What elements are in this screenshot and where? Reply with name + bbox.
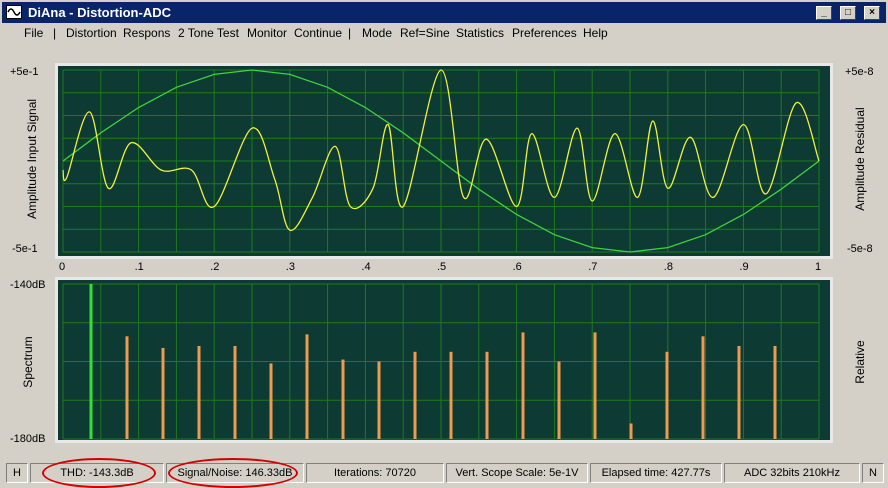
spectrum-right-axis-label: Relative bbox=[853, 340, 867, 384]
harmonic-bar bbox=[701, 336, 705, 439]
harmonic-bar bbox=[773, 346, 777, 439]
fundamental-bar bbox=[89, 284, 93, 439]
status-n: N bbox=[862, 463, 884, 483]
thd-highlight-ellipse bbox=[42, 458, 156, 488]
close-icon: × bbox=[869, 7, 875, 18]
menu-monitor[interactable]: Monitor bbox=[247, 26, 287, 40]
sine-wave-icon bbox=[7, 8, 21, 16]
maximize-icon: □ bbox=[844, 7, 852, 18]
scope-x-tick-label: 0 bbox=[59, 261, 66, 273]
menu-file[interactable]: File bbox=[24, 26, 43, 40]
scope-left-top-label: +5e-1 bbox=[10, 66, 39, 78]
harmonic-bar bbox=[593, 332, 597, 439]
status-h: H bbox=[6, 463, 28, 483]
spectrum-top-label: -140dB bbox=[10, 279, 46, 291]
status-bar: H THD: -143.3dB Signal/Noise: 146.33dB I… bbox=[2, 458, 886, 488]
harmonic-bar bbox=[737, 346, 741, 439]
harmonic-bar bbox=[125, 336, 129, 439]
harmonic-bar bbox=[377, 361, 381, 439]
harmonic-bar bbox=[665, 351, 669, 439]
menu-respons[interactable]: Respons bbox=[123, 26, 170, 40]
spectrum-background bbox=[58, 280, 830, 440]
scope-x-tick-label: .6 bbox=[512, 261, 522, 273]
harmonic-bar bbox=[449, 351, 453, 439]
harmonic-bar bbox=[233, 346, 237, 439]
maximize-button[interactable]: □ bbox=[840, 6, 856, 20]
scope-right-axis-label: Amplitude Residual bbox=[853, 107, 867, 211]
status-iterations: Iterations: 70720 bbox=[306, 463, 444, 483]
scope-right-bottom-label: -5e-8 bbox=[847, 243, 873, 255]
harmonic-bar bbox=[161, 347, 165, 439]
spectrum-left-axis-label: Spectrum bbox=[21, 336, 35, 388]
spectrum-plot bbox=[55, 277, 833, 443]
scope-left-axis-label: Amplitude Input Signal bbox=[25, 98, 39, 220]
scope-x-tick-label: .3 bbox=[285, 261, 295, 273]
scope-x-tick-label: .8 bbox=[663, 261, 673, 273]
spectrum-bottom-label: -180dB bbox=[10, 433, 46, 445]
menu-2-tone-test[interactable]: 2 Tone Test bbox=[178, 26, 239, 40]
status-vert-scale: Vert. Scope Scale: 5e-1V bbox=[446, 463, 588, 483]
harmonic-bar bbox=[269, 363, 273, 439]
scope-x-tick-label: 1 bbox=[815, 261, 822, 273]
menu-statistics[interactable]: Statistics bbox=[456, 26, 504, 40]
minimize-icon: _ bbox=[821, 7, 827, 18]
scope-right-top-label: +5e-8 bbox=[845, 66, 874, 78]
scope-left-bottom-label: -5e-1 bbox=[12, 243, 38, 255]
menu-mode[interactable]: Mode bbox=[362, 26, 392, 40]
menu-distortion[interactable]: Distortion bbox=[66, 26, 117, 40]
harmonic-bar bbox=[413, 351, 417, 439]
status-elapsed-time: Elapsed time: 427.77s bbox=[590, 463, 722, 483]
harmonic-bar bbox=[629, 423, 633, 439]
menu-preferences[interactable]: Preferences bbox=[512, 26, 577, 40]
harmonic-bar bbox=[485, 351, 489, 439]
harmonic-bar bbox=[305, 334, 309, 439]
scope-x-tick-label: .9 bbox=[739, 261, 749, 273]
scope-x-tick-label: .5 bbox=[437, 261, 447, 273]
harmonic-bar bbox=[557, 361, 561, 439]
close-button[interactable]: × bbox=[864, 6, 880, 20]
scope-x-tick-label: .1 bbox=[134, 261, 144, 273]
app-icon bbox=[6, 5, 22, 19]
harmonic-bar bbox=[341, 359, 345, 439]
menu-ref-sine[interactable]: Ref=Sine bbox=[400, 26, 450, 40]
harmonic-bar bbox=[521, 332, 525, 439]
menu-bar: File | Distortion Respons 2 Tone Test Mo… bbox=[2, 23, 886, 43]
snr-highlight-ellipse bbox=[168, 458, 298, 488]
menu-separator: | bbox=[53, 26, 57, 40]
status-adc: ADC 32bits 210kHz bbox=[724, 463, 860, 483]
scope-x-tick-label: .4 bbox=[361, 261, 371, 273]
scope-x-tick-label: .7 bbox=[588, 261, 598, 273]
menu-continue[interactable]: Continue bbox=[294, 26, 342, 40]
menu-help[interactable]: Help bbox=[583, 26, 608, 40]
window-title: DiAna - Distortion-ADC bbox=[28, 5, 171, 20]
menu-separator: | bbox=[348, 26, 352, 40]
harmonic-bar bbox=[197, 346, 201, 439]
title-bar: DiAna - Distortion-ADC _ □ × bbox=[2, 2, 886, 23]
minimize-button[interactable]: _ bbox=[816, 6, 832, 20]
scope-plot bbox=[55, 63, 833, 259]
scope-x-tick-label: .2 bbox=[210, 261, 220, 273]
